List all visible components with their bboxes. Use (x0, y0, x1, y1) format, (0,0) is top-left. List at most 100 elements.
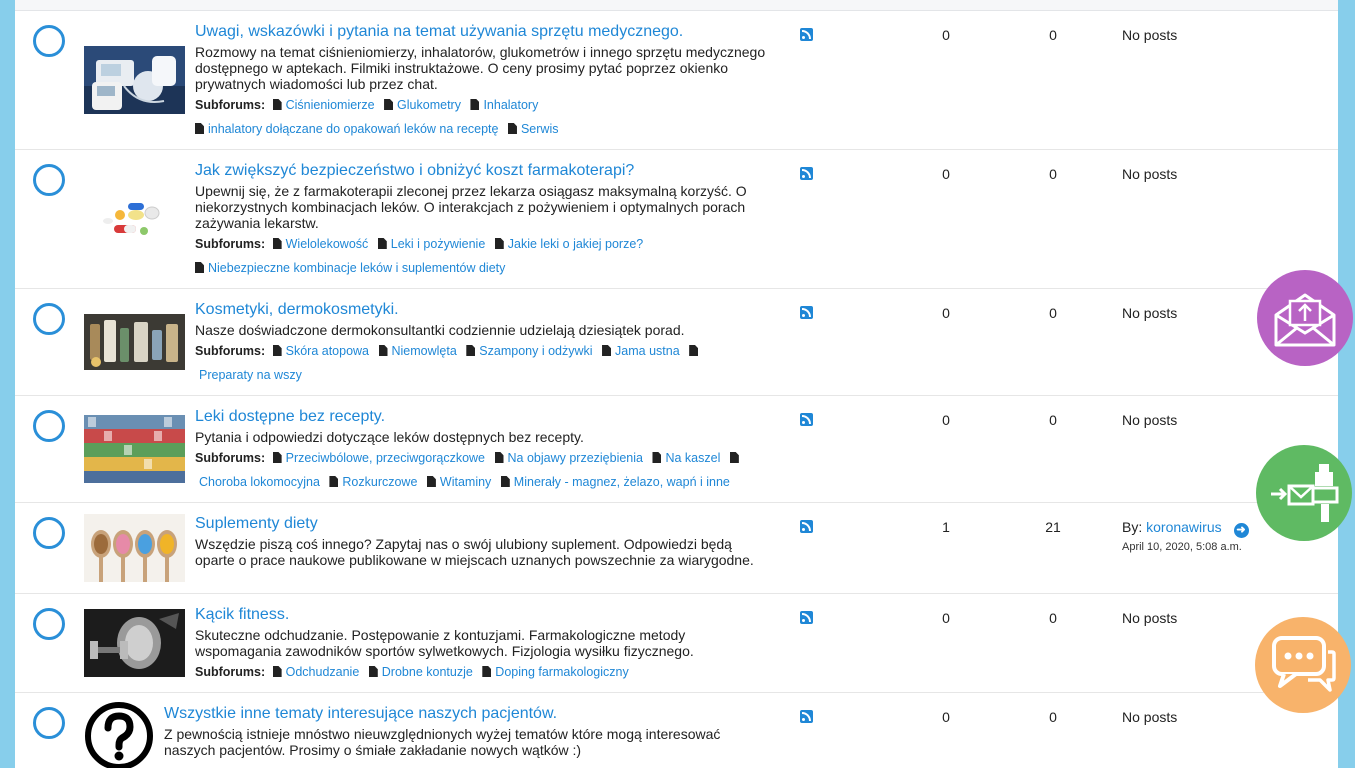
subforum-link[interactable]: Witaminy (426, 470, 491, 494)
subforum-link[interactable]: Odchudzanie (272, 660, 360, 684)
subforums-label: Subforums: (195, 237, 266, 251)
subforum-link[interactable]: Skóra atopowa (272, 339, 369, 363)
subforum-link[interactable]: Choroba lokomocyjna (199, 470, 320, 494)
last-post-user-link[interactable]: koronawirus (1146, 519, 1221, 535)
subforum-link[interactable]: Minerały - magnez, żelazo, wapń i inne (500, 470, 730, 494)
rss-feed-icon[interactable] (800, 167, 813, 180)
topics-count: 0 (942, 27, 950, 43)
rss-feed-icon[interactable] (800, 28, 813, 41)
rss-feed-icon[interactable] (800, 520, 813, 533)
subforum-link[interactable]: Glukometry (384, 93, 461, 117)
subforum-link-text[interactable]: Preparaty na wszy (199, 368, 302, 382)
posts-count: 0 (1049, 305, 1057, 321)
forum-title-link[interactable]: Uwagi, wskazówki i pytania na temat używ… (195, 22, 775, 42)
forum-title-link[interactable]: Leki dostępne bez recepty. (195, 407, 775, 427)
subforum-link-text[interactable]: Serwis (521, 122, 559, 136)
subforum-link-text[interactable]: Witaminy (440, 475, 491, 489)
subforum-link[interactable]: Szampony i odżywki (466, 339, 593, 363)
subforum-link[interactable]: Leki i pożywienie (377, 232, 486, 256)
subforum-link[interactable]: Jama ustna (602, 339, 680, 363)
envelope-upload-button[interactable] (1257, 270, 1353, 366)
subforum-link-text[interactable]: Szampony i odżywki (479, 344, 592, 358)
subforum-link[interactable]: Przeciwbólowe, przeciwgorączkowe (272, 446, 485, 470)
subforum-link[interactable]: Drobne kontuzje (368, 660, 473, 684)
rss-feed-icon[interactable] (800, 306, 813, 319)
document-icon (272, 666, 282, 677)
subforum-link-text[interactable]: Przeciwbólowe, przeciwgorączkowe (286, 451, 485, 465)
subforum-link-text[interactable]: Na kaszel (665, 451, 720, 465)
subforum-link-text[interactable]: Niemowlęta (392, 344, 457, 358)
subforum-link-text[interactable]: inhalatory dołączane do opakowań leków n… (208, 122, 498, 136)
forum-description: Upewnij się, że z farmakoterapii zlecone… (195, 183, 747, 231)
document-icon (602, 345, 612, 356)
subforum-link-text[interactable]: Ciśnieniomierze (286, 98, 375, 112)
last-post-info: No posts (1122, 709, 1178, 725)
subforum-link-text[interactable]: Niebezpieczne kombinacje leków i supleme… (208, 261, 505, 275)
subforum-link-text[interactable]: Jama ustna (615, 344, 680, 358)
subforum-link-text[interactable]: Inhalatory (483, 98, 538, 112)
subforums-label: Subforums: (195, 344, 266, 358)
table-header-strip (15, 0, 1338, 11)
subforum-link[interactable]: Ciśnieniomierze (272, 93, 375, 117)
forum-description: Nasze doświadczone dermokonsultantki cod… (195, 322, 685, 338)
forum-row: Kącik fitness. Skuteczne odchudzanie. Po… (15, 594, 1338, 693)
subforum-link-text[interactable]: Glukometry (397, 98, 461, 112)
subforum-link[interactable]: Na objawy przeziębienia (494, 446, 644, 470)
question-mark-graphic (85, 702, 153, 768)
subforum-link[interactable]: Jakie leki o jakiej porze? (494, 232, 644, 256)
rss-feed-icon[interactable] (800, 710, 813, 723)
subforum-link-text[interactable]: Skóra atopowa (286, 344, 369, 358)
subforum-link-text[interactable]: Jakie leki o jakiej porze? (508, 237, 644, 251)
send-mail-button[interactable] (1256, 445, 1352, 541)
subforum-link[interactable]: Rozkurczowe (329, 470, 417, 494)
subforum-link-text[interactable]: Doping farmakologiczny (495, 665, 628, 679)
subforum-link[interactable]: Na kaszel (652, 446, 720, 470)
pills-image (84, 185, 185, 253)
forum-read-circle-icon (33, 25, 65, 57)
envelope-upload-icon (1274, 293, 1336, 347)
subforum-link[interactable]: Serwis (507, 117, 559, 141)
subforum-link[interactable]: inhalatory dołączane do opakowań leków n… (195, 117, 498, 141)
subforum-link[interactable] (689, 339, 702, 363)
document-icon (652, 452, 662, 463)
posts-count: 0 (1049, 166, 1057, 182)
document-icon (272, 238, 282, 249)
subforum-link[interactable]: Wielolekowość (272, 232, 369, 256)
subforum-link-text[interactable]: Wielolekowość (286, 237, 369, 251)
subforum-link-text[interactable]: Drobne kontuzje (382, 665, 473, 679)
last-post-info: No posts (1122, 412, 1178, 428)
rss-feed-icon[interactable] (800, 611, 813, 624)
subforum-link-text[interactable]: Rozkurczowe (342, 475, 417, 489)
subforum-link-text[interactable]: Minerały - magnez, żelazo, wapń i inne (514, 475, 730, 489)
forum-read-circle-icon (33, 410, 65, 442)
subforum-link-text[interactable]: Choroba lokomocyjna (199, 475, 320, 489)
forum-read-circle-icon (33, 164, 65, 196)
subforum-link[interactable] (729, 446, 743, 470)
subforum-link-text[interactable]: Odchudzanie (286, 665, 360, 679)
document-icon (689, 345, 699, 356)
subforum-link-text[interactable]: Na objawy przeziębienia (508, 451, 644, 465)
forum-row: Leki dostępne bez recepty. Pytania i odp… (15, 396, 1338, 503)
document-icon (494, 238, 504, 249)
forum-title-link[interactable]: Kosmetyki, dermokosmetyki. (195, 300, 775, 320)
forum-title-link[interactable]: Kącik fitness. (195, 605, 775, 625)
subforum-link-text[interactable]: Leki i pożywienie (391, 237, 486, 251)
forum-title-link[interactable]: Wszystkie inne tematy interesujące naszy… (164, 704, 744, 724)
document-icon (482, 666, 492, 677)
arrow-right-circle-icon[interactable]: ➜ (1233, 523, 1249, 538)
rss-feed-icon[interactable] (800, 413, 813, 426)
subforum-link[interactable]: Inhalatory (470, 93, 538, 117)
subforum-link[interactable]: Niebezpieczne kombinacje leków i supleme… (195, 256, 505, 280)
last-post-info: By: koronawirus ➜ April 10, 2020, 5:08 a… (1122, 519, 1249, 553)
supplement-spoons-image (84, 514, 185, 582)
supplement-spoons-image-graphic (84, 514, 185, 582)
chat-button[interactable] (1255, 617, 1351, 713)
subforum-link[interactable]: Doping farmakologiczny (482, 660, 629, 684)
subforum-link[interactable]: Preparaty na wszy (199, 363, 302, 387)
subforum-list: Subforums: Wielolekowość Leki i pożywien… (195, 232, 775, 280)
topics-count: 0 (942, 412, 950, 428)
forum-title-link[interactable]: Suplementy diety (195, 514, 775, 534)
forum-title-link[interactable]: Jak zwiększyć bezpieczeństwo i obniżyć k… (195, 161, 775, 181)
subforum-link[interactable]: Niemowlęta (378, 339, 457, 363)
topics-count: 0 (942, 709, 950, 725)
